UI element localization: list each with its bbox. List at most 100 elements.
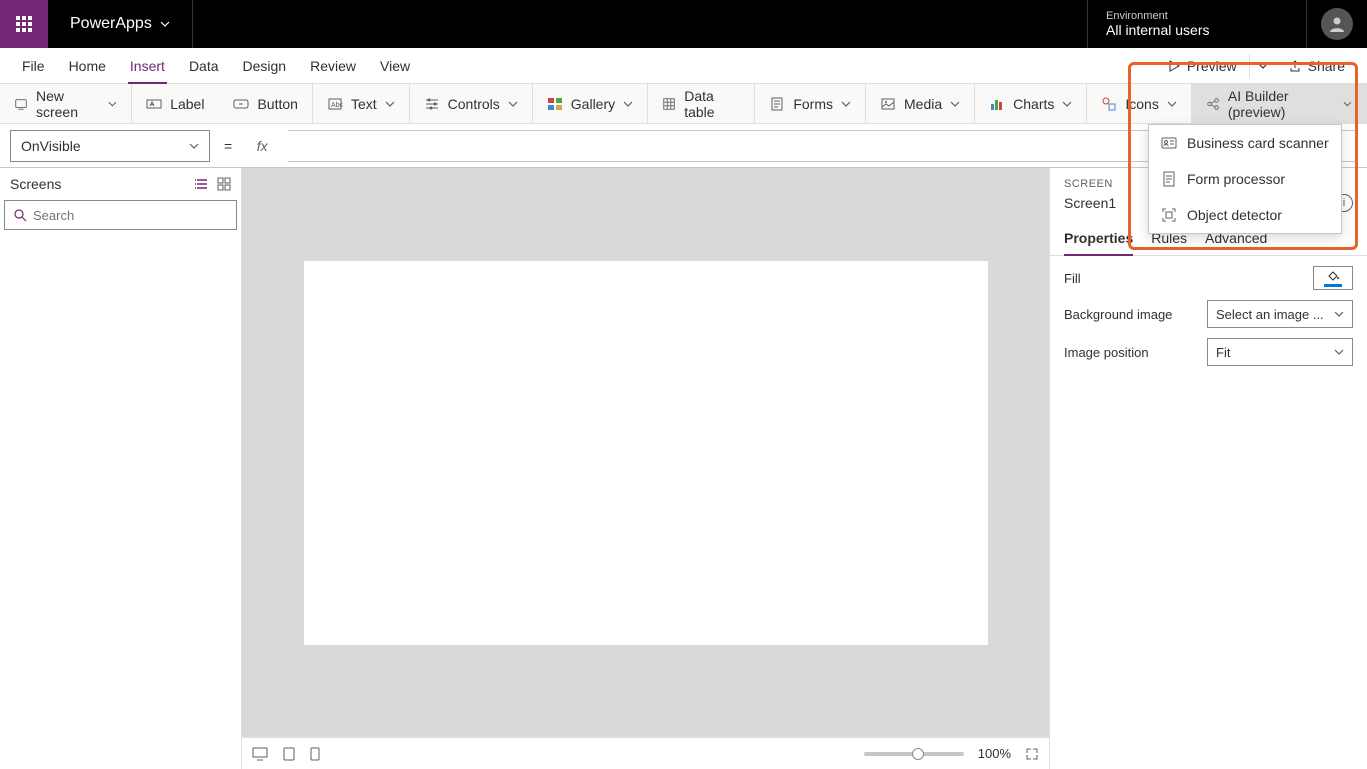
menu-tab-insert[interactable]: Insert [118, 48, 177, 83]
data-table-button[interactable]: Data table [648, 84, 755, 123]
expand-icon[interactable] [1025, 747, 1039, 761]
tree-view-icon[interactable] [195, 177, 209, 191]
image-position-select[interactable]: Fit [1207, 338, 1353, 366]
charts-icon [989, 96, 1005, 112]
text-button[interactable]: Abc Text [313, 84, 410, 123]
property-value: OnVisible [21, 138, 81, 154]
top-header: PowerApps Environment All internal users [0, 0, 1367, 48]
canvas-stage[interactable] [242, 168, 1049, 737]
ai-item-label: Business card scanner [1187, 135, 1329, 151]
svg-text:Abc: Abc [331, 102, 343, 109]
menu-tab-file[interactable]: File [10, 48, 57, 83]
ai-item-label: Object detector [1187, 207, 1282, 223]
new-screen-label: New screen [36, 88, 101, 120]
zoom-value: 100% [978, 746, 1011, 761]
controls-icon [424, 96, 440, 112]
data-table-label: Data table [684, 88, 740, 120]
desktop-device-icon[interactable] [252, 747, 268, 761]
ai-icon [1206, 96, 1220, 112]
app-name-dropdown[interactable]: PowerApps [48, 0, 193, 48]
chevron-down-icon [508, 99, 518, 109]
ai-menu-form-processor[interactable]: Form processor [1149, 161, 1341, 197]
icons-icon [1101, 96, 1117, 112]
fill-label: Fill [1064, 271, 1081, 286]
ai-builder-button[interactable]: AI Builder (preview) [1192, 84, 1367, 123]
chevron-down-icon [189, 141, 199, 151]
environment-selector[interactable]: Environment All internal users [1087, 0, 1307, 48]
fx-label: fx [246, 130, 278, 162]
zoom-slider[interactable] [864, 752, 964, 756]
chevron-down-icon [950, 99, 960, 109]
document-icon [1161, 171, 1177, 187]
chevron-down-icon [385, 99, 395, 109]
fill-color-picker[interactable] [1313, 266, 1353, 290]
label-button[interactable]: Label [132, 84, 219, 123]
image-position-label: Image position [1064, 345, 1149, 360]
thumbnail-view-icon[interactable] [217, 177, 231, 191]
environment-value: All internal users [1106, 22, 1288, 38]
icons-button[interactable]: Icons [1087, 84, 1191, 123]
screen-canvas[interactable] [304, 261, 988, 645]
canvas-footer: 100% [242, 737, 1049, 769]
fill-property-row: Fill [1064, 266, 1353, 290]
chevron-down-icon [160, 19, 170, 29]
main-area: Screens [0, 168, 1367, 769]
forms-button[interactable]: Forms [755, 84, 866, 123]
bg-image-select[interactable]: Select an image ... [1207, 300, 1353, 328]
user-avatar[interactable] [1321, 8, 1353, 40]
tab-properties[interactable]: Properties [1064, 230, 1133, 256]
menu-tab-home[interactable]: Home [57, 48, 118, 83]
preview-button[interactable]: Preview [1155, 48, 1249, 84]
search-input[interactable] [33, 208, 228, 223]
chevron-down-icon [1334, 309, 1344, 319]
charts-button[interactable]: Charts [975, 84, 1087, 123]
zoom-thumb[interactable] [912, 748, 924, 760]
media-button[interactable]: Media [866, 84, 975, 123]
canvas-area: 100% [242, 168, 1049, 769]
chevron-down-icon [1167, 99, 1177, 109]
icons-label: Icons [1125, 96, 1158, 112]
environment-label: Environment [1106, 10, 1288, 22]
controls-label: Controls [448, 96, 500, 112]
waffle-button[interactable] [0, 0, 48, 48]
gallery-icon [547, 96, 563, 112]
menu-tab-data[interactable]: Data [177, 48, 231, 83]
share-icon [1288, 59, 1302, 73]
forms-icon [769, 96, 785, 112]
menu-tab-design[interactable]: Design [231, 48, 299, 83]
waffle-icon [16, 16, 32, 32]
share-button[interactable]: Share [1276, 48, 1357, 84]
menu-tab-view[interactable]: View [368, 48, 422, 83]
share-label: Share [1308, 58, 1345, 74]
image-position-property-row: Image position Fit [1064, 338, 1353, 366]
button-icon [233, 96, 249, 112]
label-label: Label [170, 96, 204, 112]
screens-panel-header: Screens [0, 168, 241, 200]
phone-device-icon[interactable] [310, 747, 320, 761]
properties-panel: SCREEN Screen1 i Properties Rules Advanc… [1049, 168, 1367, 769]
bg-image-label: Background image [1064, 307, 1172, 322]
chevron-down-icon [623, 99, 633, 109]
screens-panel: Screens [0, 168, 242, 769]
detect-icon [1161, 207, 1177, 223]
controls-button[interactable]: Controls [410, 84, 533, 123]
property-selector[interactable]: OnVisible [10, 130, 210, 162]
search-icon [13, 208, 27, 222]
ai-menu-object-detector[interactable]: Object detector [1149, 197, 1341, 233]
tablet-device-icon[interactable] [282, 747, 296, 761]
charts-label: Charts [1013, 96, 1054, 112]
bg-image-value: Select an image ... [1216, 307, 1324, 322]
chevron-down-icon [1343, 99, 1352, 109]
menu-tab-review[interactable]: Review [298, 48, 368, 83]
gallery-button[interactable]: Gallery [533, 84, 648, 123]
screens-title: Screens [10, 176, 61, 192]
button-button[interactable]: Button [219, 84, 312, 123]
ai-menu-business-card[interactable]: Business card scanner [1149, 125, 1341, 161]
new-screen-button[interactable]: New screen [0, 84, 132, 123]
chevron-down-icon [1062, 99, 1072, 109]
media-label: Media [904, 96, 942, 112]
bg-image-property-row: Background image Select an image ... [1064, 300, 1353, 328]
preview-dropdown[interactable] [1249, 54, 1276, 78]
ai-builder-label: AI Builder (preview) [1228, 88, 1335, 120]
screens-search[interactable] [4, 200, 237, 230]
